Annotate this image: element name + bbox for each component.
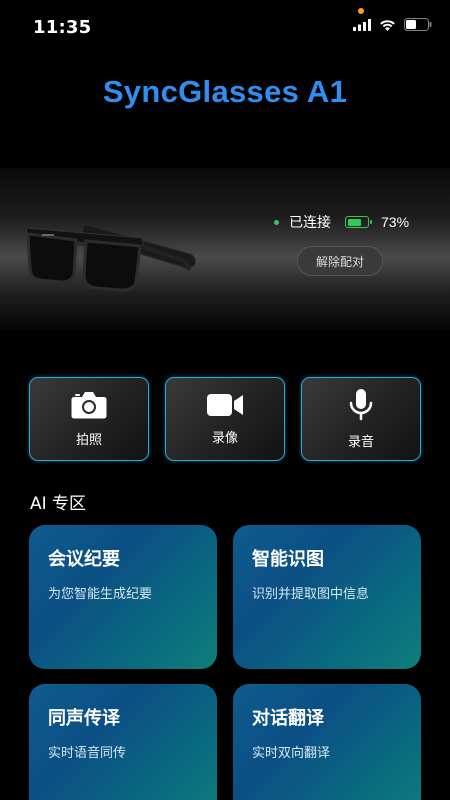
unpair-button[interactable]: 解除配对 — [297, 246, 383, 276]
app-screen: 11:35 SyncGlasses A1 已连接 73% 解除配对 拍照 录像 … — [0, 0, 450, 800]
image-recognition-card[interactable]: 智能识图 识别并提取图中信息 — [233, 525, 421, 669]
privacy-indicator-dot — [358, 8, 364, 14]
connection-status-row: 已连接 73% — [274, 212, 409, 232]
app-title: SyncGlasses A1 — [102, 74, 348, 109]
wifi-icon — [380, 19, 395, 31]
status-time: 11:35 — [33, 17, 92, 38]
device-battery-fill — [347, 218, 362, 226]
audio-record-button-label: 录音 — [347, 434, 374, 450]
camera-icon — [71, 391, 107, 418]
battery-icon — [404, 18, 432, 31]
battery-percent: 73% — [381, 214, 410, 230]
video-button-label: 录像 — [211, 430, 238, 446]
status-icons — [353, 18, 432, 31]
card-subtitle: 识别并提取图中信息 — [252, 587, 370, 602]
ai-section-title: AI 专区 — [30, 494, 87, 514]
photo-button[interactable]: 拍照 — [29, 377, 149, 461]
meeting-minutes-card[interactable]: 会议纪要 为您智能生成纪要 — [29, 525, 217, 669]
card-title: 对话翻译 — [252, 708, 324, 729]
cellular-signal-icon — [353, 18, 371, 31]
video-button[interactable]: 录像 — [165, 377, 285, 461]
connection-status-text: 已连接 — [289, 215, 331, 231]
connected-dot-icon — [274, 219, 279, 225]
card-title: 智能识图 — [252, 549, 324, 570]
photo-button-label: 拍照 — [75, 432, 102, 448]
quick-actions: 拍照 录像 录音 — [29, 377, 421, 461]
audio-record-button[interactable]: 录音 — [301, 377, 421, 461]
smart-glasses-image — [25, 223, 196, 292]
video-camera-icon — [207, 393, 243, 416]
device-banner: 已连接 73% 解除配对 — [0, 168, 450, 330]
device-battery-icon — [345, 216, 372, 228]
dialogue-translation-card[interactable]: 对话翻译 实时双向翻译 — [233, 684, 421, 800]
card-title: 同声传译 — [48, 708, 120, 729]
simultaneous-interpretation-card[interactable]: 同声传译 实时语音同传 — [29, 684, 217, 800]
status-bar: 11:35 — [0, 0, 450, 54]
card-subtitle: 实时双向翻译 — [252, 746, 331, 761]
microphone-icon — [349, 388, 373, 420]
card-subtitle: 实时语音同传 — [48, 746, 127, 761]
card-subtitle: 为您智能生成纪要 — [48, 587, 153, 602]
card-title: 会议纪要 — [48, 549, 120, 570]
